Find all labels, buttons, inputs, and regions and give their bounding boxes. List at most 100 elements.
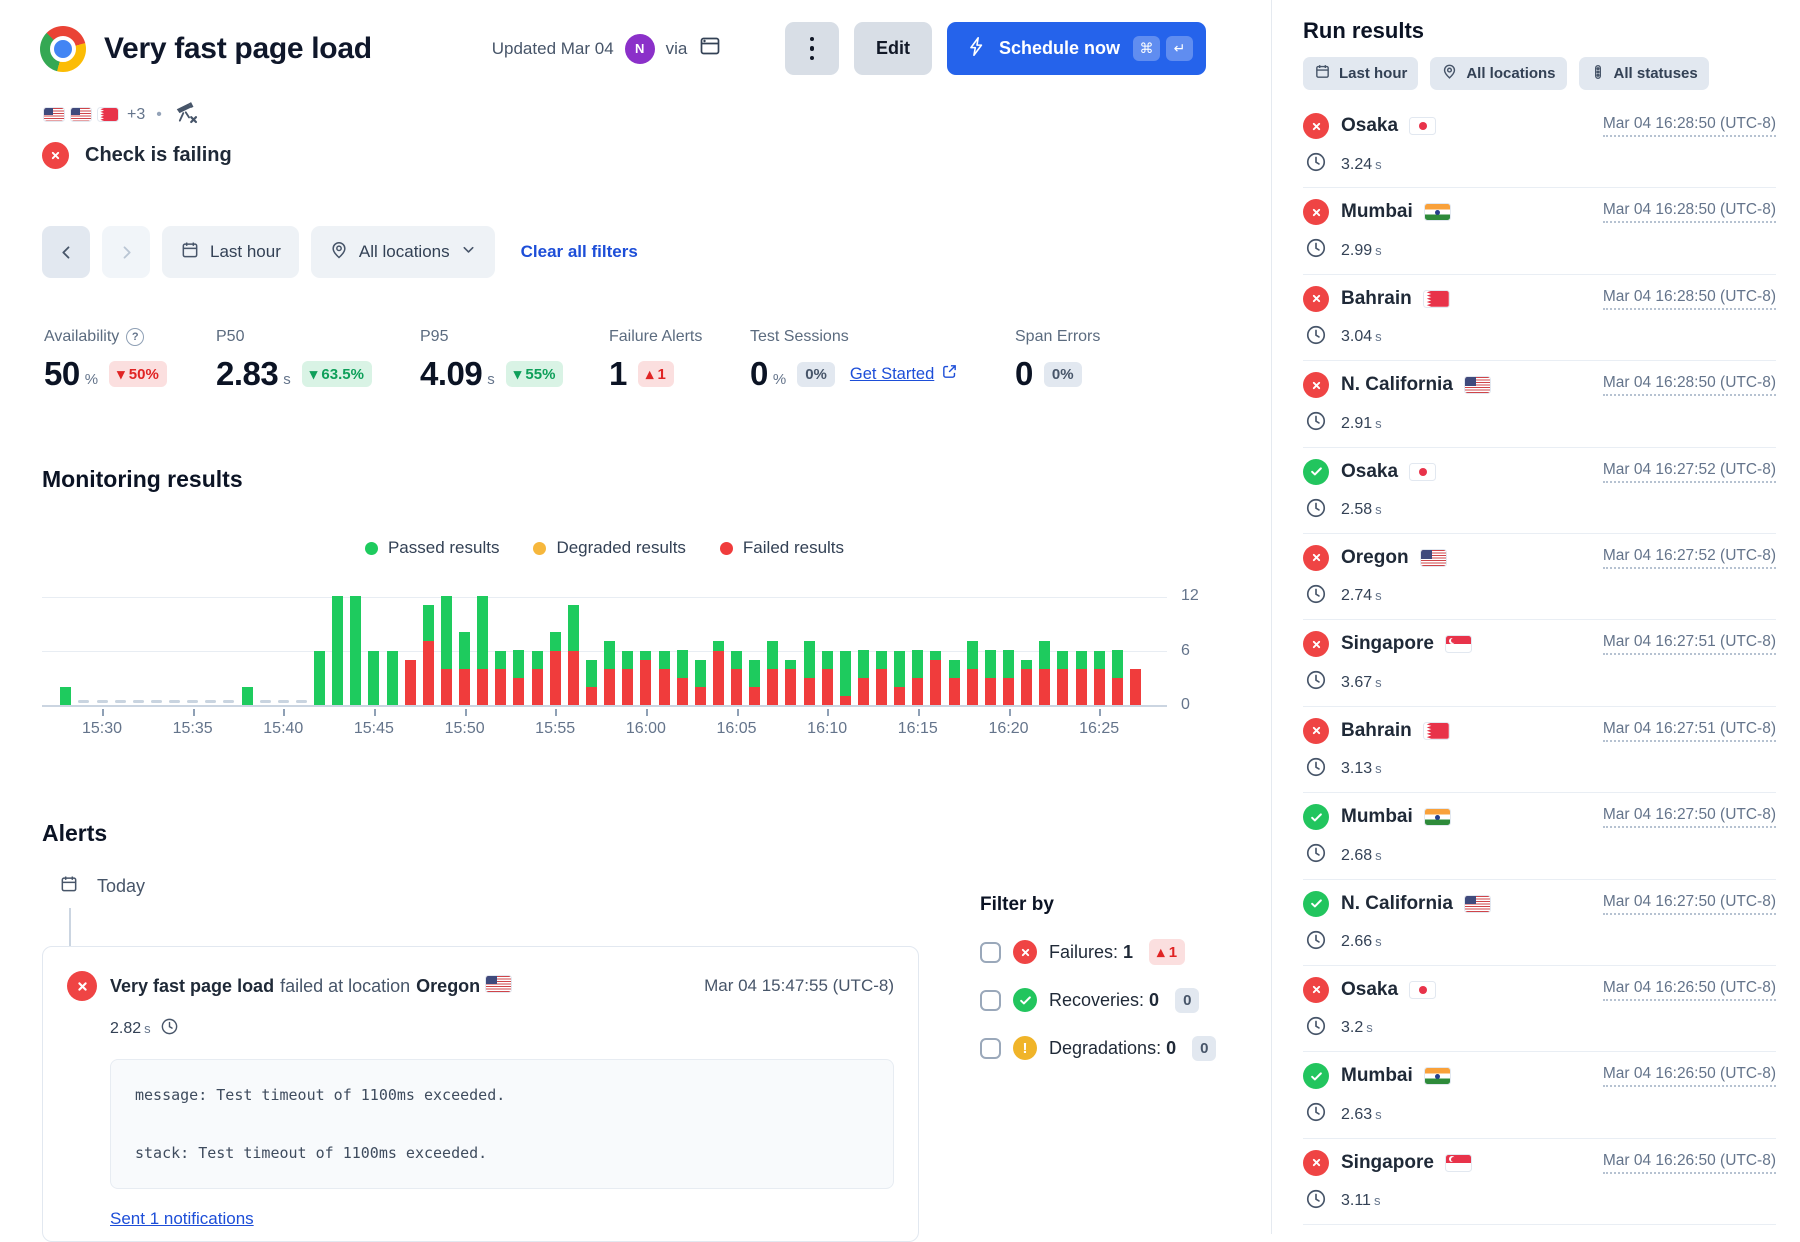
run-timestamp-link[interactable]: Mar 04 16:27:52 (UTC-8) <box>1603 547 1776 569</box>
run-result-row[interactable]: N. California Mar 04 16:28:50 (UTC-8) 2.… <box>1303 361 1776 447</box>
failed-bar[interactable] <box>1112 678 1123 705</box>
passed-bar[interactable] <box>1076 651 1087 669</box>
passed-bar[interactable] <box>804 641 815 677</box>
passed-bar[interactable] <box>1094 651 1105 669</box>
failed-bar[interactable] <box>785 669 796 705</box>
failed-bar[interactable] <box>568 651 579 706</box>
run-result-row[interactable]: Osaka Mar 04 16:26:50 (UTC-8) 3.2s <box>1303 966 1776 1052</box>
passed-bar[interactable] <box>967 641 978 668</box>
run-result-row[interactable]: Oregon Mar 04 16:27:52 (UTC-8) 2.74s <box>1303 534 1776 620</box>
run-result-row[interactable]: Osaka Mar 04 16:28:50 (UTC-8) 3.24s <box>1303 102 1776 188</box>
failed-bar[interactable] <box>477 669 488 705</box>
passed-bar[interactable] <box>767 641 778 668</box>
run-timestamp-link[interactable]: Mar 04 16:26:50 (UTC-8) <box>1603 1065 1776 1087</box>
failed-bar[interactable] <box>586 687 597 705</box>
failed-bar[interactable] <box>930 660 941 705</box>
get-started-link[interactable]: Get Started <box>850 363 958 385</box>
failed-bar[interactable] <box>459 669 470 705</box>
passed-bar[interactable] <box>60 687 71 705</box>
failed-bar[interactable] <box>858 678 869 705</box>
passed-bar[interactable] <box>550 632 561 650</box>
run-timestamp-link[interactable]: Mar 04 16:28:50 (UTC-8) <box>1603 288 1776 310</box>
run-timestamp-link[interactable]: Mar 04 16:27:51 (UTC-8) <box>1603 720 1776 742</box>
failed-bar[interactable] <box>695 687 706 705</box>
run-filter-badge[interactable]: All locations <box>1430 57 1566 90</box>
run-result-row[interactable]: Mumbai Mar 04 16:28:50 (UTC-8) 2.99s <box>1303 188 1776 274</box>
passed-bar[interactable] <box>242 687 253 705</box>
passed-bar[interactable] <box>1003 650 1014 677</box>
failed-bar[interactable] <box>822 669 833 705</box>
failed-bar[interactable] <box>622 669 633 705</box>
passed-bar[interactable] <box>1057 651 1068 669</box>
passed-bar[interactable] <box>876 651 887 669</box>
failed-bar[interactable] <box>640 660 651 705</box>
run-filter-badge[interactable]: Last hour <box>1303 57 1418 90</box>
run-timestamp-link[interactable]: Mar 04 16:28:50 (UTC-8) <box>1603 115 1776 137</box>
run-result-row[interactable]: Bahrain Mar 04 16:27:51 (UTC-8) 3.13s <box>1303 707 1776 793</box>
failed-bar[interactable] <box>894 687 905 705</box>
passed-bar[interactable] <box>949 660 960 678</box>
failed-bar[interactable] <box>749 687 760 705</box>
alert-card[interactable]: Very fast page load failed at location O… <box>42 946 919 1242</box>
failed-bar[interactable] <box>1130 669 1141 705</box>
passed-bar[interactable] <box>368 651 379 706</box>
failed-bar[interactable] <box>1057 669 1068 705</box>
passed-bar[interactable] <box>604 641 615 668</box>
failed-bar[interactable] <box>876 669 887 705</box>
passed-bar[interactable] <box>441 596 452 669</box>
passed-bar[interactable] <box>387 651 398 706</box>
run-result-row[interactable]: Mumbai Mar 04 16:26:50 (UTC-8) 2.63s <box>1303 1052 1776 1138</box>
notifications-link[interactable]: Sent 1 notifications <box>110 1209 254 1229</box>
failed-bar[interactable] <box>550 651 561 706</box>
passed-bar[interactable] <box>677 650 688 677</box>
locations-dropdown[interactable]: All locations <box>311 226 495 278</box>
failed-bar[interactable] <box>731 669 742 705</box>
failed-bar[interactable] <box>767 669 778 705</box>
failed-bar[interactable] <box>1039 669 1050 705</box>
edit-button[interactable]: Edit <box>854 22 932 75</box>
passed-bar[interactable] <box>513 650 524 677</box>
failed-bar[interactable] <box>513 678 524 705</box>
passed-bar[interactable] <box>332 596 343 705</box>
previous-period-button[interactable] <box>42 226 90 278</box>
run-timestamp-link[interactable]: Mar 04 16:27:50 (UTC-8) <box>1603 806 1776 828</box>
passed-bar[interactable] <box>495 651 506 669</box>
passed-bar[interactable] <box>695 660 706 687</box>
help-icon[interactable]: ? <box>126 328 144 346</box>
run-result-row[interactable]: Singapore Mar 04 16:27:51 (UTC-8) 3.67s <box>1303 620 1776 706</box>
passed-bar[interactable] <box>785 660 796 669</box>
failed-bar[interactable] <box>405 660 416 705</box>
run-timestamp-link[interactable]: Mar 04 16:28:50 (UTC-8) <box>1603 374 1776 396</box>
passed-bar[interactable] <box>840 651 851 696</box>
passed-bar[interactable] <box>314 651 325 706</box>
failed-bar[interactable] <box>985 678 996 705</box>
run-timestamp-link[interactable]: Mar 04 16:26:50 (UTC-8) <box>1603 1152 1776 1174</box>
checkbox-failures[interactable] <box>980 942 1001 963</box>
run-timestamp-link[interactable]: Mar 04 16:26:50 (UTC-8) <box>1603 979 1776 1001</box>
run-filter-badge[interactable]: All statuses <box>1579 57 1709 90</box>
passed-bar[interactable] <box>586 660 597 687</box>
failed-bar[interactable] <box>532 669 543 705</box>
more-options-button[interactable] <box>785 22 839 75</box>
passed-bar[interactable] <box>568 605 579 650</box>
failed-bar[interactable] <box>441 669 452 705</box>
failed-bar[interactable] <box>967 669 978 705</box>
passed-bar[interactable] <box>985 650 996 677</box>
failed-bar[interactable] <box>423 641 434 705</box>
run-timestamp-link[interactable]: Mar 04 16:27:52 (UTC-8) <box>1603 461 1776 483</box>
passed-bar[interactable] <box>659 651 670 669</box>
failed-bar[interactable] <box>804 678 815 705</box>
failed-bar[interactable] <box>1076 669 1087 705</box>
run-timestamp-link[interactable]: Mar 04 16:27:50 (UTC-8) <box>1603 893 1776 915</box>
failed-bar[interactable] <box>1003 678 1014 705</box>
passed-bar[interactable] <box>532 651 543 669</box>
failed-bar[interactable] <box>1094 669 1105 705</box>
passed-bar[interactable] <box>350 596 361 705</box>
passed-bar[interactable] <box>459 632 470 668</box>
clear-all-filters-link[interactable]: Clear all filters <box>521 242 638 262</box>
passed-bar[interactable] <box>930 651 941 660</box>
passed-bar[interactable] <box>894 651 905 687</box>
failed-bar[interactable] <box>677 678 688 705</box>
passed-bar[interactable] <box>622 651 633 669</box>
passed-bar[interactable] <box>423 605 434 641</box>
